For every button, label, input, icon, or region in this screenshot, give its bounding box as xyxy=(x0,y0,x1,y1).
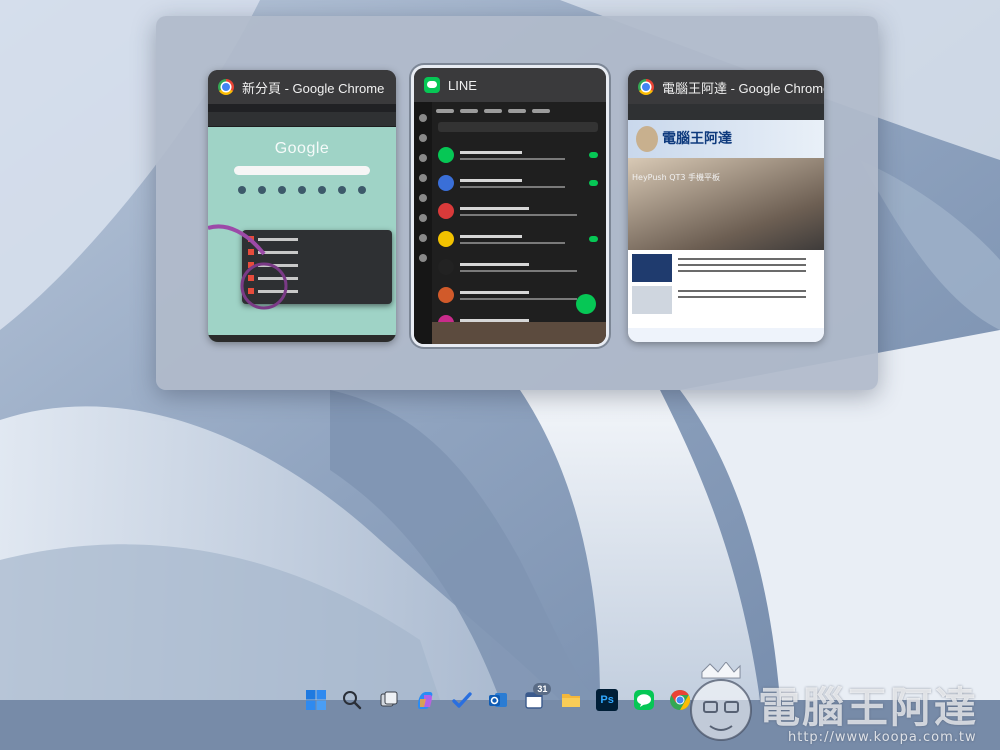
browser-tab-strip xyxy=(208,104,396,112)
watermark-logo xyxy=(690,662,752,741)
line-ad-banner xyxy=(432,322,606,344)
site-logo-face xyxy=(636,126,658,152)
task-view-button[interactable] xyxy=(375,686,403,714)
site-footer-bar xyxy=(628,328,824,342)
window-title: 新分頁 - Google Chrome xyxy=(242,80,385,96)
checkmark-icon xyxy=(451,692,472,708)
watermark-text: 電腦王阿達 xyxy=(758,683,979,732)
chat-item xyxy=(438,170,598,196)
google-search-box xyxy=(234,166,370,175)
chat-item xyxy=(438,198,598,224)
window-thumbnail-koopa[interactable]: 電腦王阿達 - Google Chrome 電腦王阿達 HeyPush QT3 … xyxy=(628,70,824,342)
chrome-icon xyxy=(218,79,234,95)
window-title-bar: 新分頁 - Google Chrome xyxy=(208,70,396,104)
chat-item xyxy=(438,142,598,168)
shortcut-tile xyxy=(298,186,306,194)
line-new-chat-button xyxy=(576,294,596,314)
search-button[interactable] xyxy=(338,686,366,714)
window-title-bar: 電腦王阿達 - Google Chrome xyxy=(628,70,824,104)
chat-item xyxy=(438,226,598,252)
shortcut-tile xyxy=(338,186,346,194)
window-thumbnail-new-tab[interactable]: 新分頁 - Google Chrome Google xyxy=(208,70,396,342)
line-icon xyxy=(633,690,654,710)
chat-item xyxy=(438,254,598,280)
browser-toolbar xyxy=(208,112,396,127)
line-search-box xyxy=(438,122,598,132)
line-tab-bar xyxy=(436,106,600,116)
photoshop-icon: Ps xyxy=(596,689,619,711)
task-view-icon xyxy=(380,691,398,707)
article-row xyxy=(632,254,820,282)
file-explorer-button[interactable] xyxy=(557,686,585,714)
shortcut-tile xyxy=(358,186,366,194)
shortcut-tile xyxy=(318,186,326,194)
window-preview: 電腦王阿達 HeyPush QT3 手機平板 xyxy=(628,104,824,342)
outlook-icon xyxy=(488,693,507,707)
todo-button[interactable] xyxy=(448,686,476,714)
calendar-button[interactable]: 31 xyxy=(520,683,552,714)
copilot-icon xyxy=(418,692,433,709)
start-button[interactable] xyxy=(302,686,330,714)
search-icon xyxy=(343,691,362,710)
window-preview xyxy=(414,102,606,344)
hero-headline: HeyPush QT3 手機平板 xyxy=(632,173,721,182)
window-preview: Google xyxy=(208,104,396,342)
wallpaper-illustration xyxy=(208,224,288,310)
watermark: 電腦王阿達 http://www.koopa.com.tw xyxy=(678,654,998,750)
outlook-button[interactable] xyxy=(484,686,512,714)
taskbar: 31 Ps xyxy=(296,682,700,718)
site-brand: 電腦王阿達 xyxy=(662,131,732,147)
window-thumbnail-line[interactable]: LINE xyxy=(414,68,606,344)
calendar-badge: 31 xyxy=(533,683,552,695)
browser-toolbar xyxy=(628,104,824,120)
photoshop-button[interactable]: Ps xyxy=(593,686,621,714)
line-sidebar xyxy=(414,102,432,344)
window-title-bar: LINE xyxy=(414,68,606,102)
folder-icon xyxy=(561,694,580,707)
windows-logo-icon xyxy=(306,690,326,710)
shortcut-tile xyxy=(258,186,266,194)
window-title: LINE xyxy=(448,77,477,93)
line-icon xyxy=(424,77,440,93)
chat-item xyxy=(438,282,598,308)
line-button[interactable] xyxy=(630,686,658,714)
site-header: 電腦王阿達 xyxy=(628,120,824,158)
shortcut-tiles xyxy=(238,186,366,194)
google-logo: Google xyxy=(274,140,330,157)
status-bar xyxy=(208,335,396,342)
shortcut-tile xyxy=(238,186,246,194)
article-row xyxy=(632,286,820,314)
watermark-url: http://www.koopa.com.tw xyxy=(788,730,977,745)
window-title: 電腦王阿達 - Google Chrome xyxy=(662,80,824,96)
shortcut-tile xyxy=(278,186,286,194)
chrome-icon xyxy=(638,79,654,95)
copilot-button[interactable] xyxy=(411,686,439,714)
task-switcher: 新分頁 - Google Chrome Google LINE 電腦王阿達 - … xyxy=(156,16,878,390)
